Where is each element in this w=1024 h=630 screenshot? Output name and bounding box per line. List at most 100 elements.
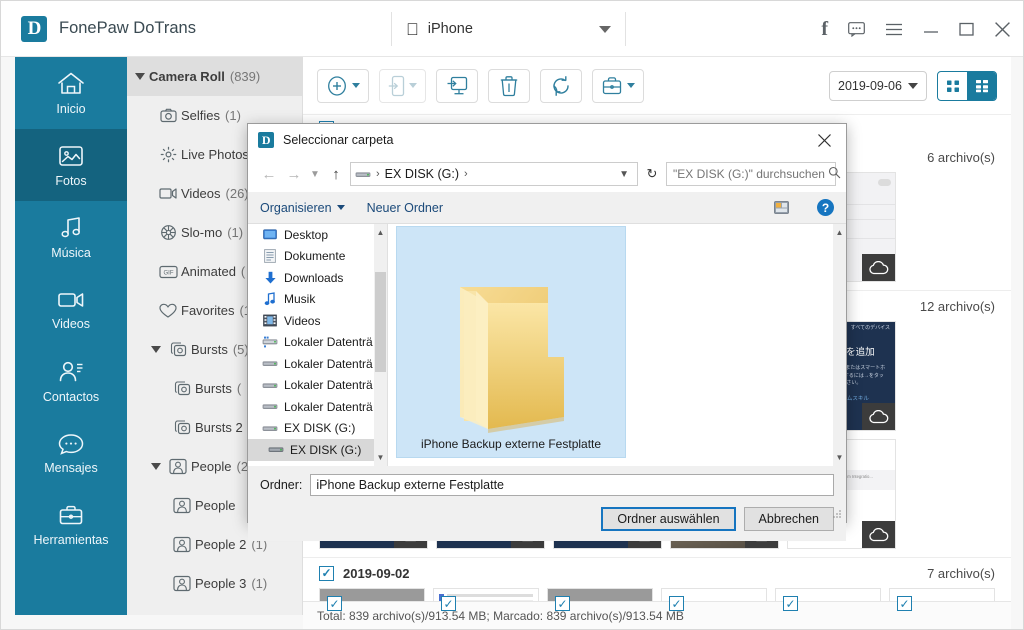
back-arrow-icon[interactable]: ← [258,162,280,186]
scroll-up-icon[interactable]: ▲ [833,226,846,239]
thumbnail-checkbox[interactable]: ✓ [327,596,342,611]
facebook-icon[interactable]: f [821,18,828,41]
place-item-musik[interactable]: Musik [248,289,387,311]
scroll-down-icon[interactable]: ▼ [374,451,387,464]
tree-item-count: ( [240,264,246,279]
sidebar-item-contactos[interactable]: Contactos [15,345,127,417]
sidebar-item-label: Fotos [55,173,87,188]
expander-triangle-icon[interactable] [147,346,165,353]
delete-button[interactable] [488,68,530,103]
place-item-desktop[interactable]: Desktop [248,224,387,246]
place-item-drive-3[interactable]: Lokaler Datenträ [248,396,387,418]
scroll-down-icon[interactable]: ▼ [833,451,846,464]
sidebar-item-inicio[interactable]: Inicio [15,57,127,129]
sidebar-item-mensajes[interactable]: Mensajes [15,417,127,489]
scrollbar-thumb[interactable] [375,272,386,372]
toolbox-icon [57,504,85,528]
documents-icon [262,248,278,264]
place-item-drive-1[interactable]: Lokaler Datenträ [248,353,387,375]
select-folder-button[interactable]: Ordner auswählen [601,507,736,531]
breadcrumb-bar[interactable]: › EX DISK (G:) › ▼ [350,162,638,186]
toolkit-button[interactable] [592,68,644,103]
small-grid-view-button[interactable] [938,72,967,100]
people-icon [169,536,195,553]
breadcrumb-path: EX DISK (G:) [384,167,459,181]
place-item-ex-disk-selected[interactable]: EX DISK (G:) [248,439,387,461]
minimize-icon[interactable] [923,23,939,36]
place-item-label: Videos [284,313,321,328]
slomo-icon [155,224,181,241]
status-text: Total: 839 archivo(s)/913.54 MB; Marcado… [317,608,684,623]
export-to-pc-button[interactable] [436,68,478,103]
place-item-system-drive[interactable]: Lokaler Datenträ [248,332,387,354]
menu-icon[interactable] [885,23,903,36]
bursts-icon [165,341,191,358]
tree-item-count: (1) [251,576,268,591]
place-item-ex-disk[interactable]: EX DISK (G:) [248,418,387,440]
date-filter-dropdown[interactable]: 2019-09-06 [829,70,927,101]
export-to-device-button[interactable] [379,68,426,103]
dialog-title-bar: D Seleccionar carpeta [248,124,846,156]
scroll-up-icon[interactable]: ▲ [374,226,387,239]
thumbnail-checkbox[interactable]: ✓ [555,596,570,611]
place-item-label: Downloads [284,270,344,285]
music-icon [262,291,278,307]
up-arrow-icon[interactable]: ↑ [325,162,347,186]
dialog-title: Seleccionar carpeta [283,133,394,147]
chevron-down-icon[interactable]: ▼ [619,169,633,180]
drive-icon [262,399,278,415]
close-icon[interactable] [994,21,1011,38]
tree-item-label: Bursts 2 [195,420,243,435]
place-item-label: EX DISK (G:) [284,421,356,436]
sidebar-item-label: Herramientas [33,532,109,547]
folder-item[interactable]: iPhone Backup externe Festplatte [396,226,626,458]
places-scrollbar[interactable]: ▲ ▼ [374,224,387,466]
maximize-icon[interactable] [959,22,974,36]
view-layout-icon[interactable] [774,201,795,214]
thumbnail-checkbox[interactable]: ✓ [897,596,912,611]
search-input[interactable] [673,167,828,181]
drive-icon [262,356,278,372]
people-icon [169,497,195,514]
thumbnail-checkbox[interactable]: ✓ [669,596,684,611]
tree-item-label: Camera Roll [149,69,225,84]
sidebar-item-videos[interactable]: Videos [15,273,127,345]
place-item-videos[interactable]: Videos [248,310,387,332]
tree-item-people-3[interactable]: People 3 (1) [127,564,302,603]
file-list-scrollbar[interactable]: ▲ ▼ [833,224,846,466]
expander-triangle-icon[interactable] [147,463,165,470]
large-grid-view-button[interactable] [967,71,996,100]
section-checkbox[interactable]: ✓ [319,565,334,581]
device-selector[interactable]:  iPhone [391,12,626,46]
refresh-button[interactable] [540,68,582,103]
thumbnail-checkbox[interactable]: ✓ [441,596,456,611]
organize-menu[interactable]: Organisieren [260,201,345,215]
search-icon [828,166,841,182]
chevron-down-icon[interactable]: ▼ [308,162,322,186]
new-folder-button[interactable]: Neuer Ordner [367,201,443,215]
place-item-label: Musik [284,292,316,307]
thumbnail-checkbox[interactable]: ✓ [783,596,798,611]
place-item-downloads[interactable]: Downloads [248,267,387,289]
dialog-search-box[interactable] [666,162,841,186]
gif-icon: GIF [155,265,181,279]
place-item-dokumente[interactable]: Dokumente [248,246,387,268]
place-item-drive-2[interactable]: Lokaler Datenträ [248,375,387,397]
place-item-subfolder[interactable] [248,461,387,467]
feedback-icon[interactable] [848,21,865,37]
tree-item-camera-roll[interactable]: Camera Roll (839) [127,57,302,96]
cancel-button[interactable]: Abbrechen [743,507,834,531]
expander-triangle-icon[interactable] [131,73,149,80]
close-icon[interactable] [802,124,846,156]
folder-name-input[interactable] [310,474,834,496]
forward-arrow-icon[interactable]: → [283,162,305,186]
sidebar-item-label: Mensajes [44,460,98,475]
help-button[interactable]: ? [817,199,834,216]
add-button[interactable] [317,68,369,103]
sidebar-item-musica[interactable]: Música [15,201,127,273]
resize-grip-icon[interactable] [832,509,842,519]
refresh-icon[interactable]: ↻ [641,162,663,186]
sidebar-item-fotos[interactable]: Fotos [15,129,127,201]
sidebar-item-herramientas[interactable]: Herramientas [15,489,127,561]
drive-icon [262,377,278,393]
